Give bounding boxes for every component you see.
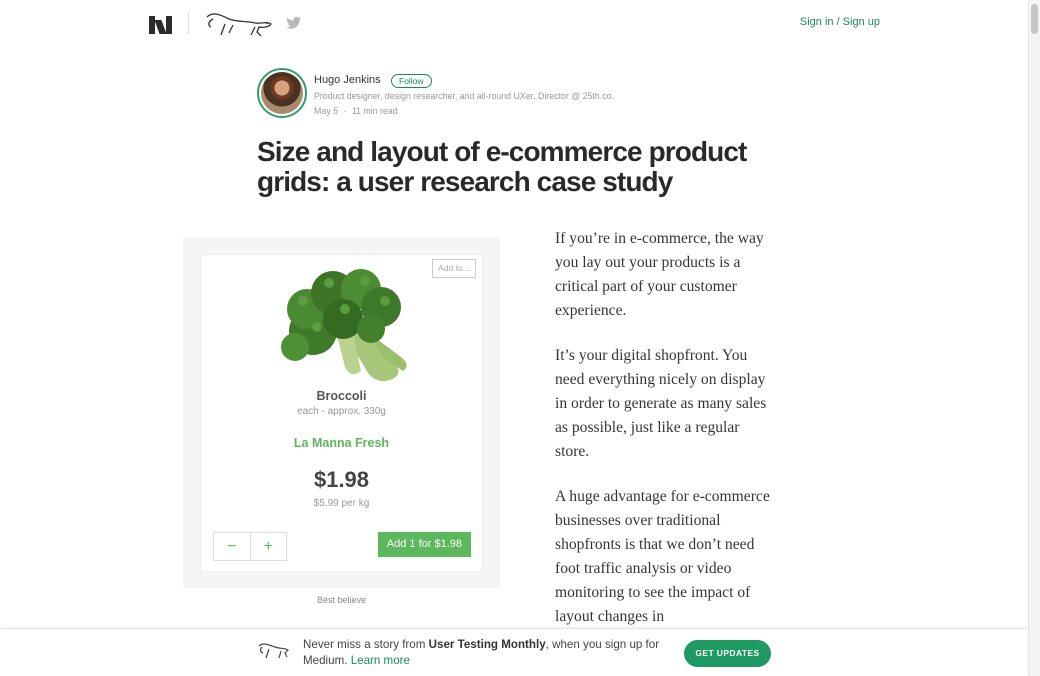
- subscribe-banner: Never miss a story from User Testing Mon…: [0, 628, 1028, 676]
- product-name: Broccoli: [316, 389, 367, 403]
- nav-divider: [188, 12, 189, 34]
- medium-logo-icon[interactable]: [149, 12, 173, 34]
- twitter-icon[interactable]: [285, 14, 302, 31]
- post-meta: May 5 · 11 min read: [314, 106, 398, 116]
- add-to-cart-button[interactable]: Add 1 for $1.98: [377, 532, 471, 557]
- article-body: If you’re in e-commerce, the way you lay…: [555, 227, 777, 650]
- decrement-button[interactable]: −: [214, 533, 250, 560]
- product-store-link[interactable]: La Manna Fresh: [201, 436, 482, 450]
- figure-caption: Best believe: [316, 595, 367, 605]
- broccoli-image: [281, 269, 407, 381]
- author-name[interactable]: Hugo Jenkins: [314, 74, 381, 86]
- author-avatar[interactable]: [257, 68, 307, 118]
- product-card: Add to... Broccoli each - approx. 330g L…: [200, 254, 483, 572]
- publication-logo-icon: [258, 643, 289, 659]
- meta-separator: ·: [343, 106, 347, 116]
- scrollbar-thumb[interactable]: [1031, 4, 1038, 34]
- paragraph: A huge advantage for e-commerce business…: [555, 488, 770, 625]
- article-figure: Add to... Broccoli each - approx. 330g L…: [183, 238, 500, 588]
- author-block: Hugo Jenkins Follow Product designer, de…: [257, 68, 757, 122]
- author-bio: Product designer, design researcher, and…: [314, 91, 614, 101]
- top-nav: Sign in / Sign up: [0, 0, 1030, 48]
- banner-text-before: Never miss a story from: [303, 638, 429, 651]
- read-time: 11 min read: [351, 106, 398, 116]
- product-unit-price: $5.99 per kg: [313, 498, 370, 509]
- paragraph: If you’re in e-commerce, the way you lay…: [555, 230, 764, 319]
- signin-signup-link[interactable]: Sign in / Sign up: [800, 16, 880, 28]
- post-date[interactable]: May 5: [314, 106, 338, 116]
- article-title: Size and layout of e-commerce product gr…: [257, 137, 777, 197]
- increment-button[interactable]: +: [249, 533, 287, 560]
- add-to-list-button[interactable]: Add to...: [432, 259, 476, 278]
- banner-publication-name: User Testing Monthly: [428, 638, 546, 651]
- scrollbar[interactable]: [1028, 0, 1040, 676]
- get-updates-button[interactable]: GET UPDATES: [684, 640, 771, 667]
- banner-message: Never miss a story from User Testing Mon…: [303, 637, 668, 669]
- learn-more-link[interactable]: Learn more: [351, 654, 410, 667]
- quantity-stepper: − +: [213, 532, 287, 561]
- title-line-1: Size and layout of e-commerce product: [257, 136, 747, 167]
- follow-button[interactable]: Follow: [391, 74, 432, 88]
- publication-logo-icon[interactable]: [203, 9, 275, 39]
- product-size: each - approx. 330g: [297, 406, 386, 417]
- paragraph: It’s your digital shopfront. You need ev…: [555, 347, 767, 460]
- title-line-2: grids: a user research case study: [257, 166, 673, 197]
- product-price: $1.98: [313, 467, 370, 492]
